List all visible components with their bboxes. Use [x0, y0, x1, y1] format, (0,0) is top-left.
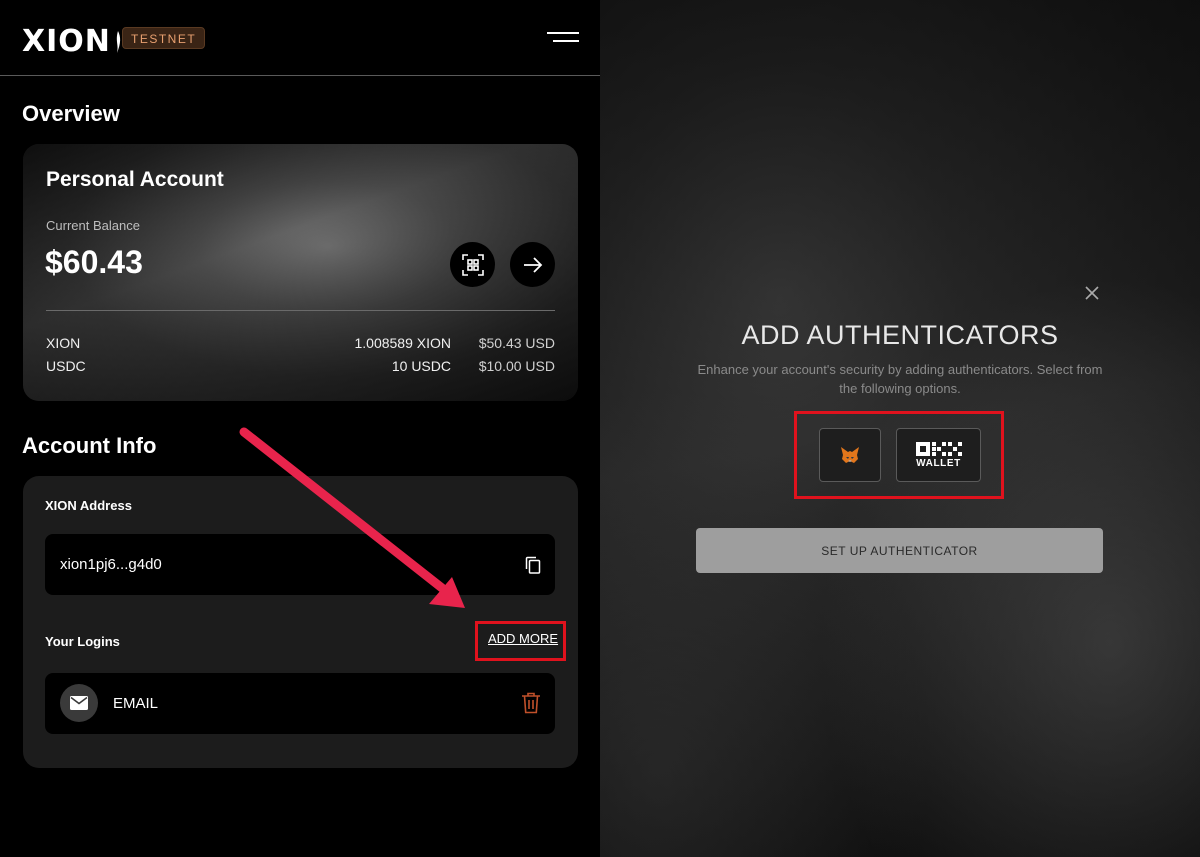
asset-name: XION [46, 335, 81, 351]
email-avatar [60, 684, 98, 722]
modal-description: Enhance your account's security by addin… [697, 362, 1103, 396]
current-balance-label: Current Balance [46, 218, 140, 233]
overview-title: Overview [22, 101, 120, 126]
testnet-badge: TESTNET [122, 27, 206, 49]
okx-wallet-label: WALLET [916, 457, 961, 469]
asset-quantity: 1.008589 XION [354, 335, 451, 351]
login-item: EMAIL [45, 673, 555, 734]
arrow-right-icon [523, 256, 542, 273]
metamask-fox-icon [841, 447, 859, 463]
okx-logo-icon [915, 441, 962, 456]
left-panel: XION TESTNET Overview Personal Account C… [0, 0, 600, 857]
logo-flame-icon [116, 30, 121, 53]
logo-text: XION [22, 24, 111, 59]
metamask-button[interactable] [819, 428, 881, 482]
trash-icon[interactable] [521, 692, 541, 714]
qr-scan-icon [461, 253, 484, 276]
okx-wallet-button[interactable]: WALLET [896, 428, 981, 482]
current-balance-value: $60.43 [45, 244, 143, 280]
personal-account-title: Personal Account [46, 168, 224, 191]
personal-account-card: Personal Account Current Balance $60.43 … [23, 144, 578, 401]
xion-logo[interactable]: XION [22, 24, 122, 59]
setup-authenticator-button[interactable]: SET UP AUTHENTICATOR [696, 528, 1103, 573]
send-button[interactable] [510, 242, 555, 287]
menu-icon[interactable] [547, 32, 579, 44]
asset-quantity: 10 USDC [391, 358, 451, 374]
authenticator-modal: ADD AUTHENTICATORS Enhance your account'… [600, 0, 1200, 857]
add-more-highlight-box [475, 621, 566, 661]
address-value: xion1pj6...g4d0 [60, 556, 162, 573]
mail-icon [70, 696, 88, 710]
asset-usd-value: $10.00 USD [478, 358, 555, 374]
modal-title: ADD AUTHENTICATORS [741, 320, 1059, 350]
top-bar: XION TESTNET [0, 0, 600, 76]
your-logins-label: Your Logins [45, 634, 120, 649]
asset-name: USDC [46, 358, 86, 374]
copy-icon[interactable] [525, 556, 541, 574]
close-icon[interactable] [1084, 285, 1100, 301]
card-divider [46, 310, 555, 311]
login-method: EMAIL [113, 695, 159, 712]
account-info-card: XION Address xion1pj6...g4d0 Your Logins… [23, 476, 578, 768]
asset-usd-value: $50.43 USD [478, 335, 555, 351]
address-field: xion1pj6...g4d0 [45, 534, 555, 595]
account-info-title: Account Info [22, 433, 157, 458]
xion-address-label: XION Address [45, 498, 132, 513]
scan-button[interactable] [450, 242, 495, 287]
